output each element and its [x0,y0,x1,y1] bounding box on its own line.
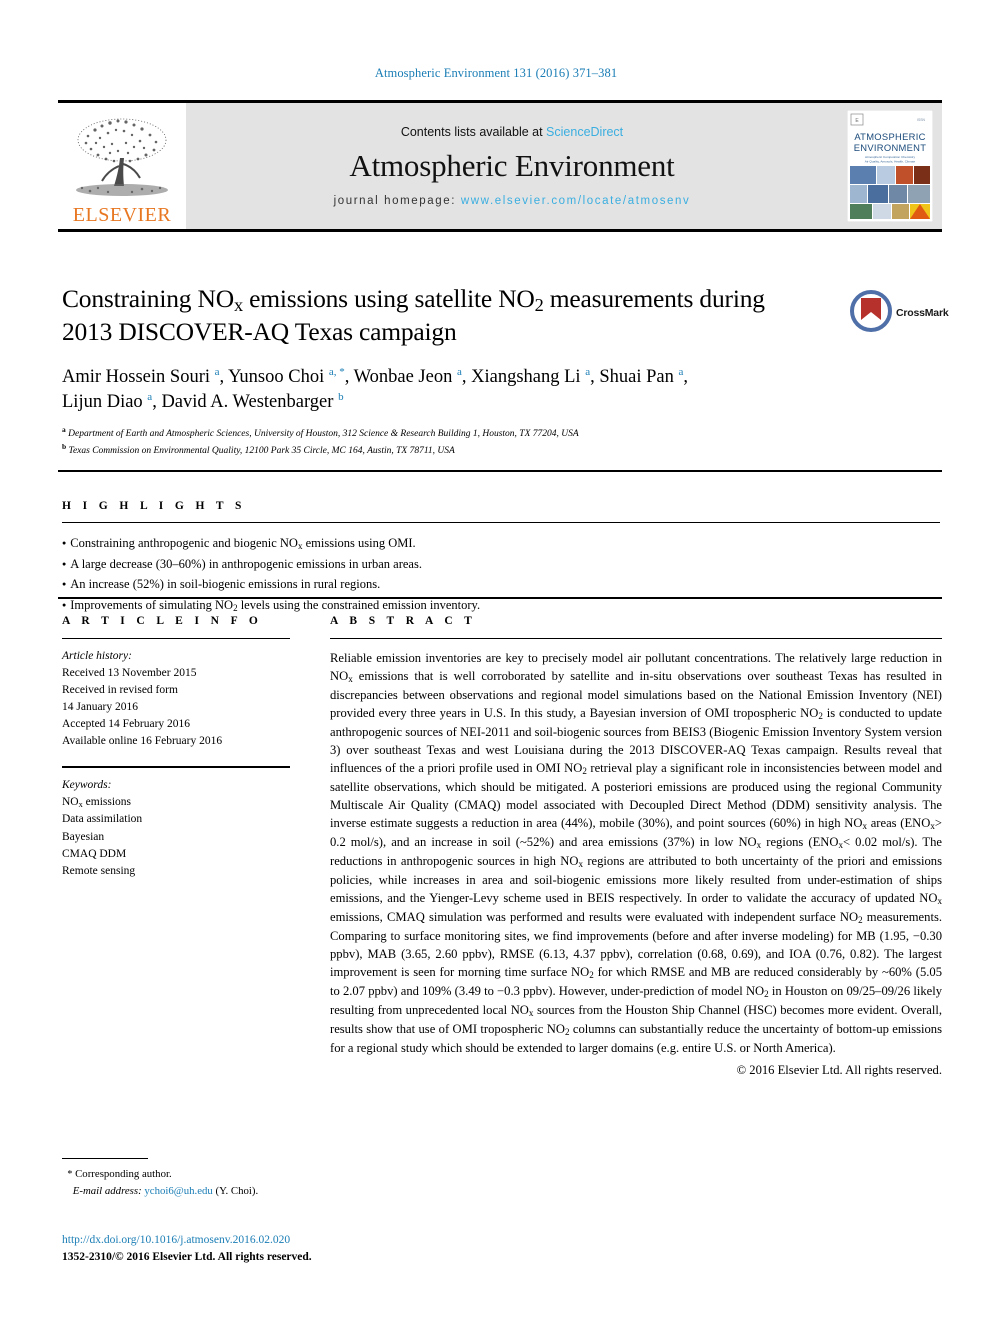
svg-text:Air Quality, Aerosols, Health,: Air Quality, Aerosols, Health, Climate [865,160,916,164]
list-item: A large decrease (30–60%) in anthropogen… [62,554,942,574]
divider-above-highlights [58,470,942,472]
author-item: Xiangshang Li a, [471,365,600,387]
keyword-item: CMAQ DDM [62,847,127,860]
keywords-header: Keywords: [62,778,112,791]
history-line: Received in revised form [62,684,178,697]
running-head: Atmospheric Environment 131 (2016) 371–3… [374,66,618,80]
article-info-rule [62,638,290,640]
masthead-bottom-rule [58,229,942,232]
divider-above-abstract [58,597,942,599]
keyword-item: Bayesian [62,830,105,843]
title-part-3: measurements during [543,284,765,313]
keywords-block: Keywords: NOx emissions Data assimilatio… [62,777,292,881]
author-list: Amir Hossein Souri a, Yunsoo Choi a, *, … [62,365,862,416]
email-line: E-mail address: ychoi6@uh.edu (Y. Choi). [72,1184,259,1197]
article-history: Article history: Received 13 November 20… [62,648,292,750]
svg-text:ATMOSPHERIC: ATMOSPHERIC [854,131,925,142]
article-info-label: A R T I C L E I N F O [62,615,263,627]
page-footer: * Corresponding author. E-mail address: … [62,1158,562,1199]
article-header: Constraining NOx emissions using satelli… [62,283,949,459]
title-sub-2: 2 [534,295,544,316]
author-item: Wonbae Jeon a, [353,365,472,387]
keywords-rule [62,766,290,768]
affiliation-list: a Department of Earth and Atmospheric Sc… [62,425,942,459]
issn-copyright-line: 1352-2310/© 2016 Elsevier Ltd. All right… [62,1251,312,1264]
highlights-list: Constraining anthropogenic and biogenic … [62,533,942,615]
sciencedirect-link[interactable]: ScienceDirect [546,125,623,139]
title-line-2: 2013 DISCOVER-AQ Texas campaign [62,317,457,347]
svg-text:Atmospheric Composition Chemis: Atmospheric Composition Chemistry [865,155,915,159]
keyword-item: NOx emissions [62,796,132,809]
keyword-item: Data assimilation [62,813,143,826]
list-item: An increase (52%) in soil-biogenic emiss… [62,574,942,594]
abstract-label: A B S T R A C T [330,615,477,627]
abstract-section: A B S T R A C T Reliable emission invent… [330,615,942,1078]
email-link[interactable]: ychoi6@uh.edu [144,1185,212,1197]
homepage-prefix: journal homepage: [333,195,461,207]
journal-cover-thumbnail: E ISSN ATMOSPHERIC ENVIRONMENT Atmospher… [838,103,942,229]
history-line: Accepted 14 February 2016 [62,718,191,731]
abstract-copyright: © 2016 Elsevier Ltd. All rights reserved… [736,1062,942,1077]
affiliation-a: a Department of Earth and Atmospheric Sc… [62,424,579,440]
affiliation-b: b Texas Commission on Environmental Qual… [62,441,455,456]
corresponding-author-note: * Corresponding author. E-mail address: … [62,1166,562,1198]
keyword-item: Remote sensing [62,865,136,878]
masthead-center-band: Contents lists available at ScienceDirec… [186,103,838,229]
author-item: Shuai Pan a, [599,365,688,387]
doi-link[interactable]: http://dx.doi.org/10.1016/j.atmosenv.201… [62,1232,312,1249]
journal-masthead: ELSEVIER Contents lists available at Sci… [58,100,942,232]
journal-homepage-line: journal homepage: www.elsevier.com/locat… [334,195,691,207]
abstract-rule [330,638,942,640]
contents-lists-line: Contents lists available at ScienceDirec… [401,125,623,139]
history-line: 14 January 2016 [62,701,139,714]
title-part-2: emissions using satellite NO [242,284,535,313]
title-part-1: Constraining NO [62,284,234,313]
title-sub-x: x [233,295,243,316]
highlights-label: H I G H L I G H T S [62,500,246,512]
author-item: David A. Westenbarger b [161,391,344,413]
journal-title: Atmospheric Environment [349,148,675,183]
crossmark-badge[interactable]: CrossMark [850,285,949,341]
history-line: Received 13 November 2015 [62,667,197,680]
highlights-rule [62,522,940,524]
crossmark-label: CrossMark [896,307,949,319]
corresponding-author-line: * Corresponding author. [67,1168,172,1181]
history-line: Available online 16 February 2016 [62,735,223,748]
elsevier-wordmark: ELSEVIER [72,204,172,226]
contents-prefix: Contents lists available at [400,125,547,139]
doi-and-issn-block: http://dx.doi.org/10.1016/j.atmosenv.201… [62,1232,312,1267]
elsevier-logo: ELSEVIER [58,103,186,229]
homepage-url-link[interactable]: www.elsevier.com/locate/atmosenv [461,195,691,207]
svg-text:ISSN: ISSN [917,118,925,122]
page-title: Constraining NOx emissions using satelli… [62,283,852,348]
elsevier-tree-icon [68,114,176,204]
asterisk-icon: * [67,1169,73,1181]
crossmark-icon [850,289,892,337]
article-history-header: Article history: [62,650,132,663]
article-info-section: A R T I C L E I N F O Article history: R… [62,615,292,880]
journal-article-page: Atmospheric Environment 131 (2016) 371–3… [0,0,992,1323]
author-item: Yunsoo Choi a, *, [228,365,354,387]
author-item: Lijun Diao a, [62,391,162,413]
abstract-text: Reliable emission inventories are key to… [330,651,943,1055]
footnote-rule [62,1158,148,1160]
list-item: Constraining anthropogenic and biogenic … [62,533,942,554]
svg-text:ENVIRONMENT: ENVIRONMENT [854,142,927,153]
author-item: Amir Hossein Souri a, [62,365,229,387]
